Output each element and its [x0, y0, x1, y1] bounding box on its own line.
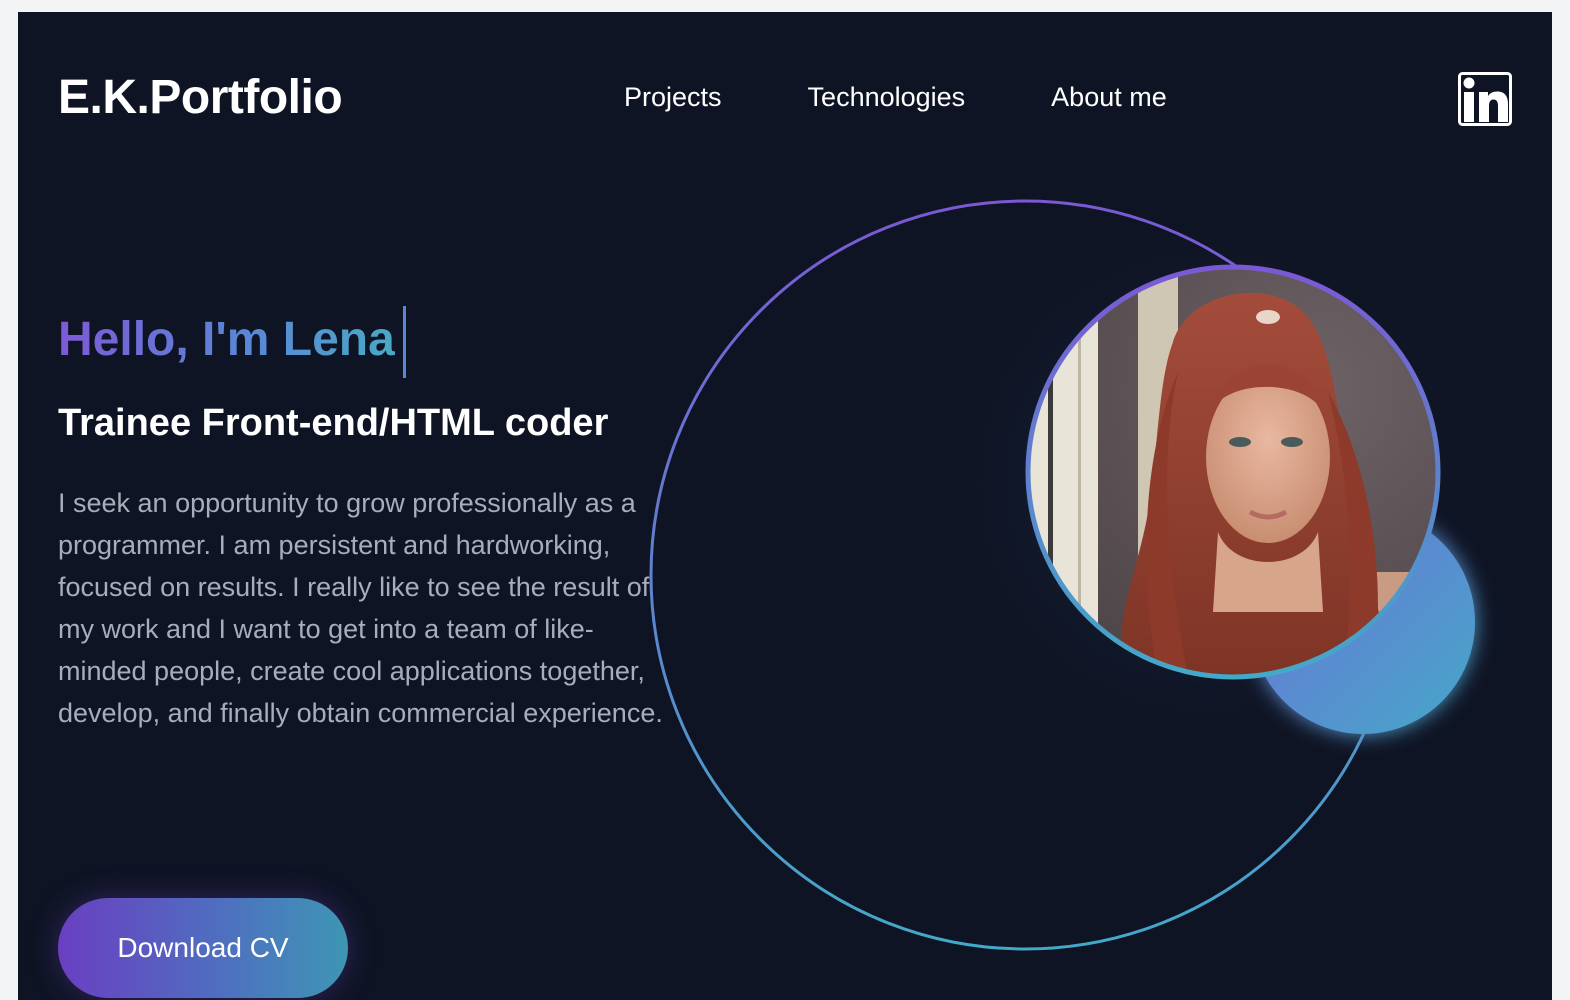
page-frame: E.K.Portfolio Projects Technologies Abou…: [18, 12, 1552, 1000]
hero-graphic: [649, 192, 1498, 951]
